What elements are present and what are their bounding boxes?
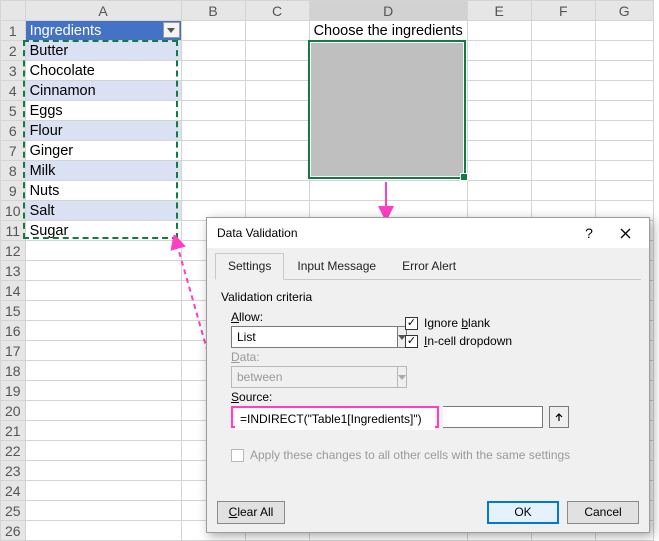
source-label: Source: (231, 390, 635, 404)
checkbox-icon (231, 449, 244, 462)
tab-error-alert[interactable]: Error Alert (389, 253, 469, 280)
row-header[interactable]: 18 (1, 361, 26, 381)
row-header[interactable]: 15 (1, 301, 26, 321)
cancel-button[interactable]: Cancel (567, 501, 639, 524)
data-combo (231, 366, 381, 388)
source-input[interactable] (235, 408, 435, 430)
choose-title[interactable]: Choose the ingredients (309, 21, 467, 41)
allow-input[interactable] (231, 326, 397, 348)
row-header[interactable]: 23 (1, 461, 26, 481)
row-header[interactable]: 17 (1, 341, 26, 361)
table-header-ingredients[interactable]: Ingredients (25, 21, 181, 41)
row-header[interactable]: 11 (1, 221, 26, 241)
filter-dropdown-icon[interactable] (163, 22, 180, 38)
table-row[interactable]: Flour (25, 121, 181, 141)
ok-button[interactable]: OK (487, 501, 559, 524)
tab-settings[interactable]: Settings (215, 253, 284, 280)
table-row[interactable]: Butter (25, 41, 181, 61)
row-header[interactable]: 22 (1, 441, 26, 461)
close-icon (620, 228, 631, 239)
row-header[interactable]: 5 (1, 101, 26, 121)
table-row[interactable]: Chocolate (25, 61, 181, 81)
incell-dropdown-checkbox[interactable]: ✓ In-cell dropdown (405, 334, 512, 348)
select-all-corner[interactable] (1, 1, 26, 21)
dialog-title: Data Validation (217, 226, 571, 240)
row-header[interactable]: 9 (1, 181, 26, 201)
col-header-D[interactable]: D (309, 1, 467, 21)
ignore-blank-label: Ignore blank (424, 316, 490, 330)
row-header[interactable]: 21 (1, 421, 26, 441)
row-header[interactable]: 8 (1, 161, 26, 181)
active-selection (308, 40, 466, 179)
table-row[interactable]: Milk (25, 161, 181, 181)
ignore-blank-checkbox[interactable]: ✓ Ignore blank (405, 316, 512, 330)
table-row[interactable]: Cinnamon (25, 81, 181, 101)
row-header[interactable]: 19 (1, 381, 26, 401)
apply-changes-checkbox: Apply these changes to all other cells w… (231, 448, 635, 462)
row-header[interactable]: 26 (1, 521, 26, 541)
col-header-E[interactable]: E (467, 1, 531, 21)
row-header[interactable]: 3 (1, 61, 26, 81)
row-header[interactable]: 6 (1, 121, 26, 141)
row-header[interactable]: 2 (1, 41, 26, 61)
col-header-C[interactable]: C (245, 1, 309, 21)
row-header[interactable]: 20 (1, 401, 26, 421)
table-row[interactable]: Eggs (25, 101, 181, 121)
row-header[interactable]: 14 (1, 281, 26, 301)
row-header[interactable]: 4 (1, 81, 26, 101)
clear-all-button[interactable]: Clear All (217, 501, 285, 524)
table-row[interactable]: Ginger (25, 141, 181, 161)
row-header[interactable]: 7 (1, 141, 26, 161)
data-label: Data: (231, 350, 635, 364)
row-header[interactable]: 25 (1, 501, 26, 521)
allow-combo[interactable] (231, 326, 381, 348)
dialog-tabs: Settings Input Message Error Alert (215, 252, 641, 280)
row-header[interactable]: 24 (1, 481, 26, 501)
checkmark-icon: ✓ (405, 317, 418, 330)
data-validation-dialog: Data Validation ? Settings Input Message… (206, 217, 650, 533)
table-row[interactable]: Sugar (25, 221, 181, 241)
row-header[interactable]: 16 (1, 321, 26, 341)
collapse-dialog-icon[interactable] (549, 406, 569, 428)
row-header[interactable]: 13 (1, 261, 26, 281)
row-header[interactable]: 1 (1, 21, 26, 41)
table-row[interactable]: Salt (25, 201, 181, 221)
col-header-G[interactable]: G (595, 1, 653, 21)
checkmark-icon: ✓ (405, 335, 418, 348)
col-header-B[interactable]: B (181, 1, 245, 21)
help-button[interactable]: ? (571, 220, 607, 246)
dialog-titlebar[interactable]: Data Validation ? (207, 218, 649, 248)
data-input (231, 366, 397, 388)
row-header[interactable]: 12 (1, 241, 26, 261)
table-row[interactable]: Nuts (25, 181, 181, 201)
apply-label: Apply these changes to all other cells w… (250, 448, 570, 462)
row-header[interactable]: 10 (1, 201, 26, 221)
col-header-A[interactable]: A (25, 1, 181, 21)
table-header-label: Ingredients (30, 23, 102, 39)
validation-criteria-label: Validation criteria (221, 290, 635, 304)
chevron-down-icon (397, 366, 407, 388)
close-button[interactable] (607, 220, 643, 246)
col-header-F[interactable]: F (531, 1, 595, 21)
incell-dropdown-label: In-cell dropdown (424, 334, 512, 348)
tab-input-message[interactable]: Input Message (284, 253, 389, 280)
